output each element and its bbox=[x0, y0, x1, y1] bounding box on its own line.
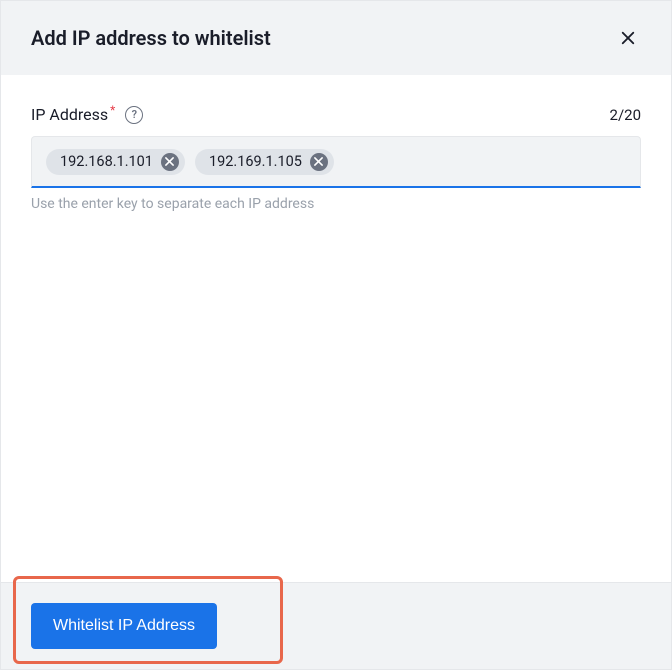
ip-chip-label: 192.169.1.105 bbox=[209, 153, 302, 170]
field-label-group: IP Address* ? bbox=[31, 105, 143, 124]
remove-chip-button[interactable] bbox=[161, 153, 179, 171]
dialog-title: Add IP address to whitelist bbox=[31, 26, 271, 50]
ip-counter: 2/20 bbox=[610, 106, 641, 124]
dialog-body: IP Address* ? 2/20 192.168.1.101 192.169… bbox=[1, 75, 671, 582]
remove-icon bbox=[314, 157, 323, 166]
ip-address-label: IP Address* bbox=[31, 105, 113, 124]
ip-address-label-text: IP Address bbox=[31, 105, 108, 124]
remove-icon bbox=[165, 157, 174, 166]
close-icon bbox=[619, 29, 637, 47]
whitelist-ip-dialog: Add IP address to whitelist IP Address* … bbox=[0, 0, 672, 670]
ip-chip: 192.168.1.101 bbox=[46, 149, 185, 175]
dialog-footer: Whitelist IP Address bbox=[1, 582, 671, 669]
ip-chip-input[interactable]: 192.168.1.101 192.169.1.105 bbox=[31, 136, 641, 188]
field-label-row: IP Address* ? 2/20 bbox=[31, 105, 641, 124]
input-hint: Use the enter key to separate each IP ad… bbox=[31, 196, 641, 212]
remove-chip-button[interactable] bbox=[310, 153, 328, 171]
whitelist-ip-button[interactable]: Whitelist IP Address bbox=[31, 603, 217, 649]
ip-chip-label: 192.168.1.101 bbox=[60, 153, 153, 170]
required-indicator: * bbox=[110, 103, 115, 117]
help-icon[interactable]: ? bbox=[125, 106, 143, 124]
close-button[interactable] bbox=[615, 25, 641, 51]
dialog-header: Add IP address to whitelist bbox=[1, 1, 671, 75]
ip-chip: 192.169.1.105 bbox=[195, 149, 334, 175]
